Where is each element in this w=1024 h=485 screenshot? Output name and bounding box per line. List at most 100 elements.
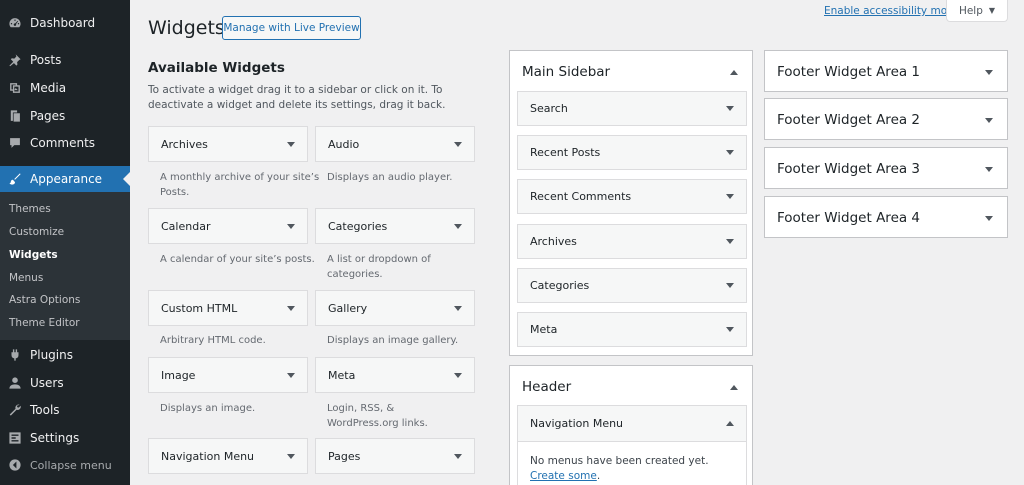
caret-down-icon[interactable] <box>454 223 462 229</box>
collapse-menu-button[interactable]: Collapse menu <box>0 452 130 478</box>
sidebar-item-label: Dashboard <box>30 16 96 30</box>
widget-tile-audio[interactable]: Audio <box>315 126 475 162</box>
sidebar-item-label: Settings <box>30 431 80 445</box>
collapse-menu-label: Collapse menu <box>30 458 112 472</box>
help-label: Help <box>958 4 983 17</box>
sidebar-item-users[interactable]: Users <box>0 370 130 396</box>
caret-up-icon[interactable] <box>730 384 738 390</box>
sidebar-widget-meta[interactable]: Meta <box>517 312 747 347</box>
widget-tile-custom-html[interactable]: Custom HTML <box>148 290 308 326</box>
caret-down-icon[interactable] <box>287 141 295 147</box>
submenu-item-theme-editor[interactable]: Theme Editor <box>9 317 80 329</box>
widget-description: A monthly archive of your site’s Posts. <box>160 172 320 198</box>
widget-tile-navigation-menu[interactable]: Navigation Menu <box>148 438 308 474</box>
sidebar-widget-recent-posts[interactable]: Recent Posts <box>517 135 747 170</box>
area-header[interactable]: Footer Widget Area 1 <box>777 64 993 80</box>
widget-tile-pages[interactable]: Pages <box>315 438 475 474</box>
widget-tile-image[interactable]: Image <box>148 357 308 393</box>
area-header[interactable]: Main Sidebar <box>522 64 738 80</box>
caret-down-icon[interactable] <box>287 305 295 311</box>
create-some-link[interactable]: Create some <box>530 470 597 482</box>
footer-widget-area-2[interactable]: Footer Widget Area 2 <box>764 98 1008 140</box>
sidebar-item-pages[interactable]: Pages <box>0 103 130 129</box>
widget-tile-meta[interactable]: Meta <box>315 357 475 393</box>
sidebar-item-comments[interactable]: Comments <box>0 130 130 156</box>
widget-title: Recent Comments <box>530 190 632 203</box>
pages-icon <box>8 109 22 123</box>
area-header[interactable]: Header <box>522 379 738 395</box>
caret-down-icon[interactable] <box>726 150 734 155</box>
caret-down-icon[interactable] <box>985 166 993 172</box>
sidebar-item-label: Media <box>30 81 67 95</box>
caret-down-icon[interactable] <box>985 117 993 123</box>
area-title: Footer Widget Area 4 <box>777 210 921 226</box>
manage-live-preview-button[interactable]: Manage with Live Preview <box>222 16 361 40</box>
sidebar-widget-categories[interactable]: Categories <box>517 268 747 303</box>
widget-description: A calendar of your site’s posts. <box>160 254 315 265</box>
sidebar-item-label: Posts <box>30 53 62 67</box>
sidebar-item-tools[interactable]: Tools <box>0 397 130 423</box>
widget-header[interactable]: Navigation Menu <box>518 406 746 442</box>
collapse-icon <box>8 458 22 472</box>
area-header[interactable]: Footer Widget Area 2 <box>777 112 993 128</box>
help-tab-button[interactable]: Help ▼ <box>946 0 1008 22</box>
admin-sidebar: Dashboard Posts Media Pages Comments App… <box>0 0 130 485</box>
widget-title: Archives <box>530 235 577 248</box>
widget-title: Archives <box>161 137 208 151</box>
caret-down-icon[interactable] <box>454 141 462 147</box>
caret-down-icon[interactable] <box>726 239 734 244</box>
widget-description: Login, RSS, & WordPress.org links. <box>327 403 428 429</box>
submenu-item-astra-options[interactable]: Astra Options <box>9 294 80 306</box>
widget-title: Meta <box>530 323 558 336</box>
caret-down-icon[interactable] <box>287 372 295 378</box>
widget-tile-calendar[interactable]: Calendar <box>148 208 308 244</box>
caret-up-icon[interactable] <box>726 421 734 426</box>
caret-down-icon[interactable] <box>454 305 462 311</box>
caret-down-icon[interactable] <box>454 372 462 378</box>
footer-widget-area-1[interactable]: Footer Widget Area 1 <box>764 50 1008 92</box>
accessibility-mode-link[interactable]: Enable accessibility mode <box>824 5 960 17</box>
sidebar-item-settings[interactable]: Settings <box>0 425 130 451</box>
widget-title: Meta <box>328 368 356 382</box>
sidebar-item-media[interactable]: Media <box>0 75 130 101</box>
dashboard-icon <box>8 16 22 30</box>
caret-down-icon[interactable] <box>287 453 295 459</box>
widget-tile-gallery[interactable]: Gallery <box>315 290 475 326</box>
caret-down-icon[interactable] <box>287 223 295 229</box>
submenu-item-themes[interactable]: Themes <box>9 203 51 215</box>
sidebar-item-appearance[interactable]: Appearance <box>0 166 130 192</box>
area-title: Footer Widget Area 1 <box>777 64 921 80</box>
caret-down-icon[interactable] <box>726 194 734 199</box>
caret-down-icon[interactable] <box>726 327 734 332</box>
area-title: Main Sidebar <box>522 64 611 80</box>
sidebar-widget-recent-comments[interactable]: Recent Comments <box>517 179 747 214</box>
sidebar-item-label: Plugins <box>30 348 73 362</box>
area-title: Header <box>522 379 572 395</box>
caret-down-icon[interactable] <box>726 106 734 111</box>
widget-description: Displays an audio player. <box>327 172 453 183</box>
widget-tile-archives[interactable]: Archives <box>148 126 308 162</box>
caret-up-icon[interactable] <box>730 69 738 75</box>
submenu-item-widgets[interactable]: Widgets <box>9 249 58 261</box>
sidebar-item-dashboard[interactable]: Dashboard <box>0 10 130 36</box>
widget-title: Gallery <box>328 301 368 315</box>
caret-down-icon[interactable] <box>726 283 734 288</box>
caret-down-icon[interactable] <box>454 453 462 459</box>
widget-message: No menus have been created yet. Create s… <box>530 454 736 484</box>
message-punctuation: . <box>596 470 601 482</box>
footer-widget-area-4[interactable]: Footer Widget Area 4 <box>764 196 1008 238</box>
appearance-submenu: Themes Customize Widgets Menus Astra Opt… <box>0 192 130 340</box>
sidebar-item-posts[interactable]: Posts <box>0 47 130 73</box>
sidebar-widget-search[interactable]: Search <box>517 91 747 126</box>
caret-down-icon[interactable] <box>985 69 993 75</box>
sidebar-item-plugins[interactable]: Plugins <box>0 342 130 368</box>
sidebar-widget-archives[interactable]: Archives <box>517 224 747 259</box>
widget-tile-categories[interactable]: Categories <box>315 208 475 244</box>
submenu-item-customize[interactable]: Customize <box>9 226 64 238</box>
area-header[interactable]: Footer Widget Area 3 <box>777 161 993 177</box>
footer-widget-area-3[interactable]: Footer Widget Area 3 <box>764 147 1008 189</box>
caret-down-icon: ▼ <box>988 6 996 15</box>
caret-down-icon[interactable] <box>985 215 993 221</box>
area-header[interactable]: Footer Widget Area 4 <box>777 210 993 226</box>
submenu-item-menus[interactable]: Menus <box>9 272 43 284</box>
